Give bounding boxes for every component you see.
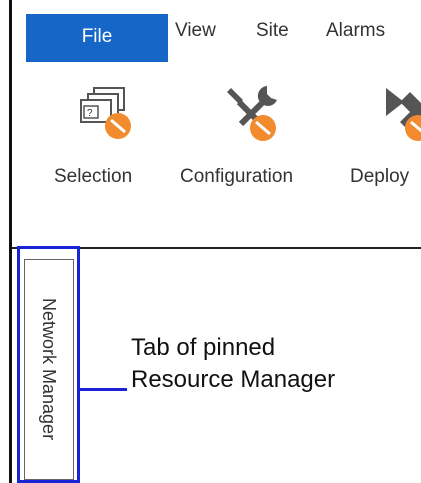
menu-bar: File View Site Alarms <box>12 0 421 70</box>
callout-text: Tab of pinned Resource Manager <box>131 332 335 396</box>
configuration-button[interactable]: Configuration <box>178 70 328 240</box>
callout-line <box>80 388 127 391</box>
menu-view[interactable]: View <box>175 0 216 56</box>
deploy-label: Deploy <box>350 166 410 187</box>
selection-button[interactable]: ? Selection <box>50 70 158 240</box>
selection-label: Selection <box>54 166 133 187</box>
callout-line2: Resource Manager <box>131 366 336 393</box>
selection-icon: ? <box>80 87 131 139</box>
menu-site[interactable]: Site <box>256 0 289 56</box>
callout-line1: Tab of pinned <box>131 334 276 361</box>
deploy-button[interactable]: Deploy <box>348 70 421 240</box>
svg-text:?: ? <box>87 108 93 119</box>
deploy-icon <box>386 88 421 141</box>
side-tab-highlight: Network Manager <box>17 246 80 483</box>
ribbon: ? Selection Configuration Deploy <box>12 70 421 248</box>
network-manager-tab[interactable]: Network Manager <box>24 259 74 480</box>
configuration-label: Configuration <box>180 166 294 187</box>
menu-alarms[interactable]: Alarms <box>326 0 385 56</box>
configuration-wrench-icon <box>227 86 277 141</box>
menu-file[interactable]: File <box>26 14 168 62</box>
